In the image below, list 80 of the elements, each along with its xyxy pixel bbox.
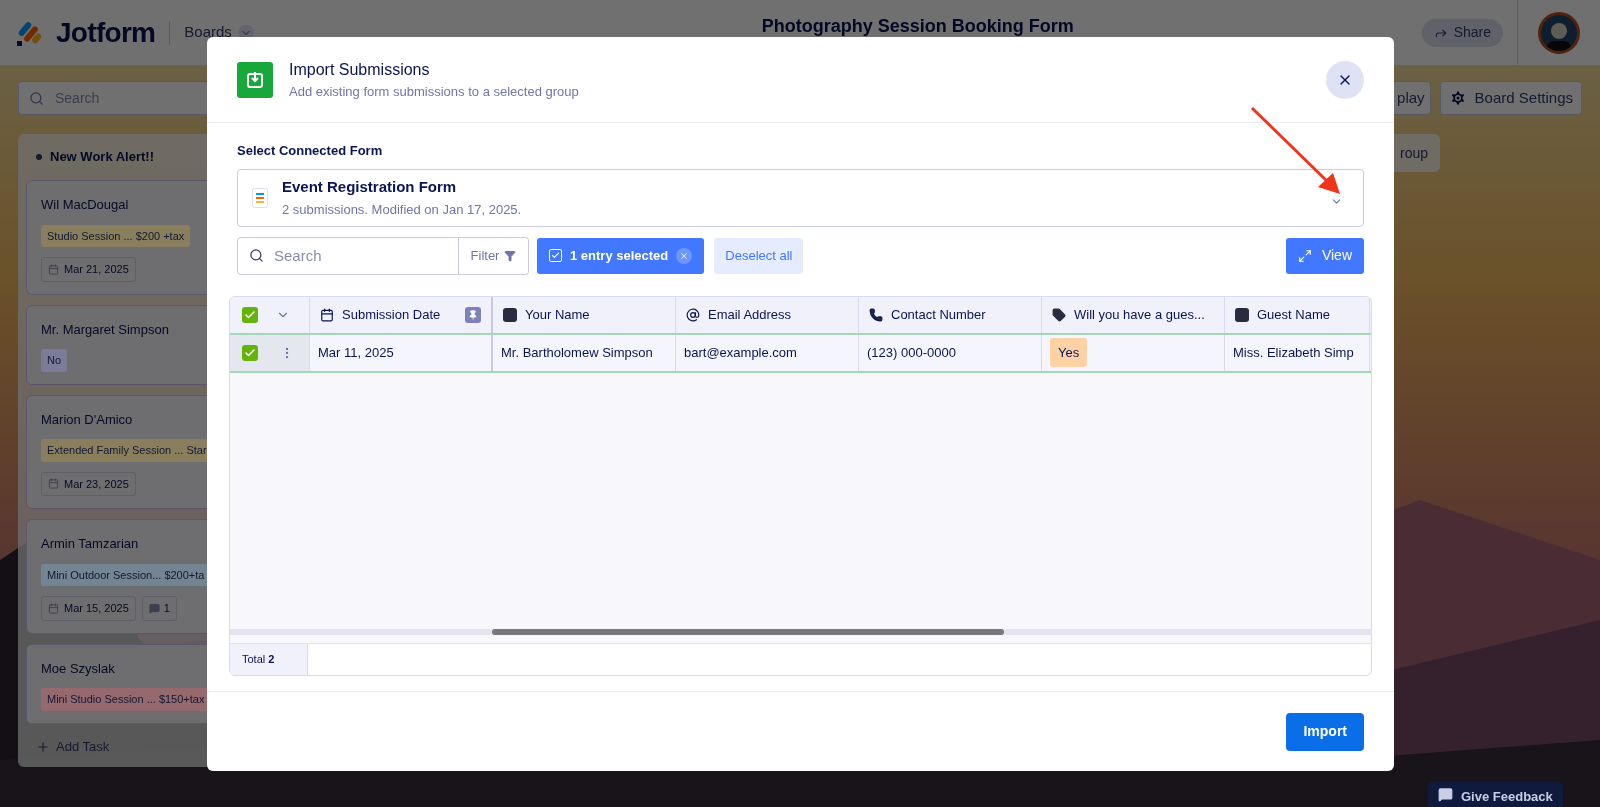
due-date: Mar 15, 2025 bbox=[64, 601, 129, 616]
plus-icon bbox=[36, 740, 50, 754]
task-tag: No bbox=[41, 349, 68, 372]
search-icon bbox=[249, 247, 264, 263]
import-icon bbox=[237, 61, 273, 98]
close-button[interactable] bbox=[1326, 60, 1364, 99]
table-row[interactable]: Mar 11, 2025 Mr. Bartholomew Simpson bart@example.com (123) 000-0000 Yes Miss. Elizabeth Simp bbox=[230, 334, 1371, 373]
task-name: Wil MacDougal bbox=[41, 196, 130, 214]
share-button[interactable]: Share bbox=[1421, 18, 1503, 47]
answer-tag: Yes bbox=[1050, 337, 1088, 368]
column-header[interactable]: Will you have a gues... bbox=[1042, 296, 1225, 333]
calendar-icon bbox=[48, 602, 59, 614]
form-icon bbox=[252, 187, 268, 208]
table-cell-text: Mar 11, 2025 bbox=[318, 343, 394, 362]
form-select[interactable]: Event Registration Form 2 submissions. Modified on Jan 17, 2025. bbox=[237, 168, 1364, 227]
task-card[interactable]: Marion D'Amico Extended Family Session ... Star Mar 23, 2025 bbox=[26, 394, 207, 509]
feedback-button[interactable]: Give Feedback bbox=[1428, 781, 1563, 807]
toolbar-button[interactable]: play bbox=[1391, 81, 1431, 115]
form-name: Event Registration Form bbox=[282, 176, 458, 197]
check-icon bbox=[244, 346, 256, 359]
column-header[interactable]: Contact Number bbox=[859, 296, 1042, 333]
due-date: Mar 23, 2025 bbox=[64, 476, 129, 492]
task-tag: Studio Session ... $200 +tax bbox=[41, 224, 191, 247]
text-type-icon bbox=[1235, 307, 1249, 322]
checked-box-icon bbox=[549, 249, 562, 262]
comment-number: 1 bbox=[163, 601, 170, 616]
task-card[interactable]: Moe Szyslak Mini Studio Session ... $150+tax bbox=[26, 643, 207, 724]
toolbar-button[interactable]: Board Settings bbox=[1439, 81, 1582, 115]
calendar-icon bbox=[320, 307, 334, 322]
filter-icon bbox=[504, 249, 517, 262]
column-title: New Work Alert!! bbox=[50, 148, 154, 167]
task-card[interactable]: Armin Tamzarian Mini Outdoor Session... $200+ta Mar 15, 2025 1 bbox=[26, 519, 207, 634]
tag-icon bbox=[1052, 307, 1066, 322]
column-header[interactable]: Your Name bbox=[493, 296, 676, 333]
deselect-all-button[interactable]: Deselect all bbox=[714, 237, 804, 274]
feedback-icon bbox=[1438, 787, 1453, 802]
form-meta: 2 submissions. Modified on Jan 17, 2025. bbox=[282, 201, 522, 219]
expand-icon bbox=[1297, 248, 1312, 263]
add-task-button[interactable]: Add Task bbox=[26, 727, 207, 767]
checkbox[interactable] bbox=[242, 344, 258, 361]
calendar-icon bbox=[48, 263, 59, 275]
comment-icon bbox=[148, 602, 160, 614]
view-button[interactable]: View bbox=[1285, 237, 1364, 274]
logo-text: Jotform bbox=[56, 15, 156, 50]
task-tag: Mini Outdoor Session... $200+ta bbox=[41, 563, 207, 586]
dialog-subtitle: Add existing form submissions to a selected group bbox=[289, 82, 579, 101]
task-tag: Extended Family Session ... Star bbox=[41, 439, 207, 462]
table-cell-text: (123) 000-0000 bbox=[867, 343, 956, 362]
table-cell-text: Miss. Elizabeth Simp bbox=[1233, 343, 1354, 362]
calendar-icon bbox=[48, 478, 59, 490]
phone-icon bbox=[869, 307, 883, 322]
pin-icon bbox=[468, 309, 478, 320]
filter-button[interactable]: Filter bbox=[459, 236, 529, 275]
selection-chip[interactable]: 1 entry selected bbox=[537, 237, 705, 274]
column-header[interactable]: Submission Date bbox=[310, 296, 493, 333]
task-name: Mr. Margaret Simpson bbox=[41, 320, 170, 339]
task-name: Marion D'Amico bbox=[41, 410, 134, 429]
field-label: Select Connected Form bbox=[237, 142, 384, 160]
board-title: Photography Session Booking Form bbox=[761, 15, 1074, 38]
task-tag: Mini Studio Session ... $150+tax bbox=[41, 688, 207, 711]
task-name: Armin Tamzarian bbox=[41, 535, 140, 553]
text-type-icon bbox=[503, 307, 517, 322]
avatar[interactable] bbox=[1538, 11, 1580, 54]
at-sign-icon bbox=[686, 307, 700, 322]
import-button[interactable]: Import bbox=[1286, 712, 1364, 751]
clear-icon[interactable] bbox=[676, 247, 693, 264]
column-header[interactable]: Guest Name bbox=[1225, 296, 1370, 333]
task-name: Moe Szyslak bbox=[41, 659, 116, 678]
task-card[interactable]: Wil MacDougal Studio Session ... $200 +tax Mar 21, 2025 bbox=[26, 180, 207, 295]
due-date: Mar 21, 2025 bbox=[64, 262, 129, 277]
search-icon bbox=[29, 91, 44, 106]
task-card[interactable]: Mr. Margaret Simpson No bbox=[26, 304, 207, 385]
total-count: Total 2 bbox=[242, 651, 275, 667]
dialog-title: Import Submissions bbox=[289, 59, 431, 80]
table-search-field[interactable]: Search bbox=[237, 236, 459, 275]
table-cell-text: Mr. Bartholomew Simpson bbox=[501, 343, 653, 362]
check-icon bbox=[244, 308, 256, 321]
table-cell-text: bart@example.com bbox=[684, 343, 797, 362]
column-header[interactable]: Email Address bbox=[676, 296, 859, 333]
checkbox[interactable] bbox=[242, 306, 258, 323]
